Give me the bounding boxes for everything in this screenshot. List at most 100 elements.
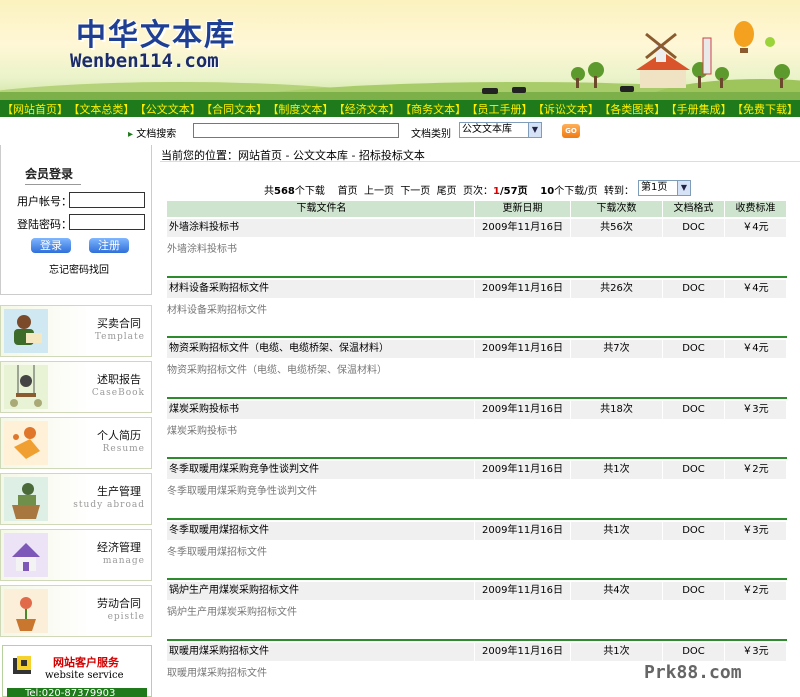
file-format: DOC xyxy=(663,400,725,419)
file-name-link[interactable]: 物资采购招标文件（电缆、电缆桥架、保温材料） xyxy=(167,340,475,358)
username-label: 用户帐号： xyxy=(17,195,72,208)
search-input[interactable] xyxy=(193,123,399,138)
table-row: 冬季取暖用煤采购竞争性谈判文件 2009年11月16日 共1次 DOC ￥2元 … xyxy=(167,459,787,520)
pager-goto-label: 转到： xyxy=(603,186,634,197)
file-format: DOC xyxy=(663,340,725,358)
page-select[interactable]: 第1页 ▼ xyxy=(638,180,691,196)
file-name-link[interactable]: 取暖用煤采购招标文件 xyxy=(167,642,475,661)
service-subtitle: website service xyxy=(45,670,124,681)
category-cn: 个人简历 xyxy=(97,429,141,442)
file-fee: ￥4元 xyxy=(725,219,787,237)
login-panel: 会员登录 用户帐号： 登陆密码： 登录 注册 忘记密码找回 xyxy=(0,145,152,295)
pager-total-prefix: 共 xyxy=(264,186,274,197)
category-economic-management[interactable]: 经济管理 manage xyxy=(0,529,152,581)
file-date: 2009年11月16日 xyxy=(475,521,571,540)
pager-per-page: 个下载/页 xyxy=(554,186,598,197)
file-date: 2009年11月16日 xyxy=(475,279,571,298)
file-description: 冬季取暖用煤招标文件 xyxy=(167,546,267,558)
watermark: Prk88.com xyxy=(644,662,742,683)
table-row: 煤炭采购投标书 2009年11月16日 共18次 DOC ￥3元 煤炭采购投标书 xyxy=(167,399,787,459)
basket-figure-icon xyxy=(4,477,48,521)
category-en: study abroad xyxy=(73,500,145,510)
nav-official-texts[interactable]: 【公文文本】 xyxy=(135,101,201,117)
file-download-count: 共1次 xyxy=(571,461,663,479)
file-fee: ￥2元 xyxy=(725,582,787,600)
file-description: 材料设备采购招标文件 xyxy=(167,304,267,316)
file-name-link[interactable]: 冬季取暖用煤招标文件 xyxy=(167,521,475,540)
file-name-link[interactable]: 冬季取暖用煤采购竞争性谈判文件 xyxy=(167,461,475,479)
category-resume[interactable]: 个人简历 Resume xyxy=(0,417,152,469)
username-input[interactable] xyxy=(69,192,145,208)
file-format: DOC xyxy=(663,521,725,540)
file-date: 2009年11月16日 xyxy=(475,582,571,600)
nav-business-texts[interactable]: 【商务文本】 xyxy=(400,101,466,117)
table-row: 外墙涂料投标书 2009年11月16日 共56次 DOC ￥4元 外墙涂料投标书 xyxy=(167,217,787,278)
reading-man-icon xyxy=(4,309,48,353)
file-download-count: 共26次 xyxy=(571,279,663,298)
file-download-count: 共1次 xyxy=(571,642,663,661)
nav-charts[interactable]: 【各类图表】 xyxy=(599,101,665,117)
site-logo-en[interactable]: Wenben114.com xyxy=(70,50,219,72)
search-label: 文档搜索 xyxy=(128,125,176,140)
go-button[interactable]: GO xyxy=(562,124,580,138)
file-download-count: 共4次 xyxy=(571,582,663,600)
divider xyxy=(160,161,800,162)
pager-next[interactable]: 下一页 xyxy=(400,186,430,197)
table-row: 材料设备采购招标文件 2009年11月16日 共26次 DOC ￥4元 材料设备… xyxy=(167,278,787,338)
nav-litigation-texts[interactable]: 【诉讼文本】 xyxy=(533,101,599,117)
category-cn: 述职报告 xyxy=(97,373,141,386)
file-date: 2009年11月16日 xyxy=(475,461,571,479)
category-sales-contract[interactable]: 买卖合同 Template xyxy=(0,305,152,357)
pager-last[interactable]: 尾页 xyxy=(437,186,457,197)
category-work-report[interactable]: 述职报告 CaseBook xyxy=(0,361,152,413)
nav-economy-texts[interactable]: 【经济文本】 xyxy=(334,101,400,117)
category-list: 买卖合同 Template 述职报告 CaseBook 个人简历 Resume … xyxy=(0,305,152,641)
nav-all-texts[interactable]: 【文本总类】 xyxy=(68,101,134,117)
pager-page-label: 页次： xyxy=(463,186,494,197)
file-description: 取暖用煤采购招标文件 xyxy=(167,667,267,679)
site-logo-cn[interactable]: 中华文本库 xyxy=(76,10,236,54)
file-format: DOC xyxy=(663,461,725,479)
register-button[interactable]: 注册 xyxy=(89,238,129,253)
doc-type-value: 公文文本库 xyxy=(462,124,512,135)
category-production-management[interactable]: 生产管理 study abroad xyxy=(0,473,152,525)
nav-employee-handbook[interactable]: 【员工手册】 xyxy=(467,101,533,117)
flower-pot-icon xyxy=(4,589,48,633)
file-description: 物资采购招标文件（电缆、电缆桥架、保温材料） xyxy=(167,365,387,376)
file-format: DOC xyxy=(663,279,725,298)
doc-type-label: 文档类别 xyxy=(411,129,451,140)
nav-contract-texts[interactable]: 【合同文本】 xyxy=(201,101,267,117)
doc-type-select[interactable]: 公文文本库 ▼ xyxy=(459,122,542,138)
pager-total-suffix: 个下载 xyxy=(294,186,325,197)
nav-free-download[interactable]: 【免费下载】 xyxy=(732,101,798,117)
file-name-link[interactable]: 煤炭采购投标书 xyxy=(167,400,475,419)
password-input[interactable] xyxy=(69,214,145,230)
top-nav: 【网站首页】 【文本总类】 【公文文本】 【合同文本】 【制度文本】 【经济文本… xyxy=(0,100,800,117)
table-header: 下载文件名 更新日期 下载次数 文档格式 收费标准 xyxy=(167,201,787,217)
file-fee: ￥3元 xyxy=(725,521,787,540)
pager-first[interactable]: 首页 xyxy=(338,186,358,197)
category-cn: 买卖合同 xyxy=(97,317,141,330)
nav-home[interactable]: 【网站首页】 xyxy=(2,101,68,117)
file-date: 2009年11月16日 xyxy=(475,642,571,661)
dancing-figure-icon xyxy=(4,421,48,465)
login-button[interactable]: 登录 xyxy=(31,238,71,253)
file-description: 锅炉生产用煤炭采购招标文件 xyxy=(167,607,297,618)
nav-manuals[interactable]: 【手册集成】 xyxy=(666,101,732,117)
nav-policy-texts[interactable]: 【制度文本】 xyxy=(267,101,333,117)
file-name-link[interactable]: 材料设备采购招标文件 xyxy=(167,279,475,298)
chevron-down-icon[interactable]: ▼ xyxy=(677,181,690,195)
file-fee: ￥3元 xyxy=(725,400,787,419)
file-name-link[interactable]: 外墙涂料投标书 xyxy=(167,219,475,237)
col-fee-header: 收费标准 xyxy=(725,201,787,217)
col-count-header: 下载次数 xyxy=(571,201,663,217)
category-labor-contract[interactable]: 劳动合同 epistle xyxy=(0,585,152,637)
forgot-password-link[interactable]: 忘记密码找回 xyxy=(49,261,109,276)
left-sidebar: 会员登录 用户帐号： 登陆密码： 登录 注册 忘记密码找回 买卖合同 Templ… xyxy=(0,145,160,697)
pager-prev[interactable]: 上一页 xyxy=(364,186,394,197)
file-format: DOC xyxy=(663,642,725,661)
file-name-link[interactable]: 锅炉生产用煤炭采购招标文件 xyxy=(167,582,475,600)
chevron-down-icon[interactable]: ▼ xyxy=(528,123,541,137)
category-en: Resume xyxy=(102,444,145,454)
pager-pages: /57页 xyxy=(500,186,528,197)
